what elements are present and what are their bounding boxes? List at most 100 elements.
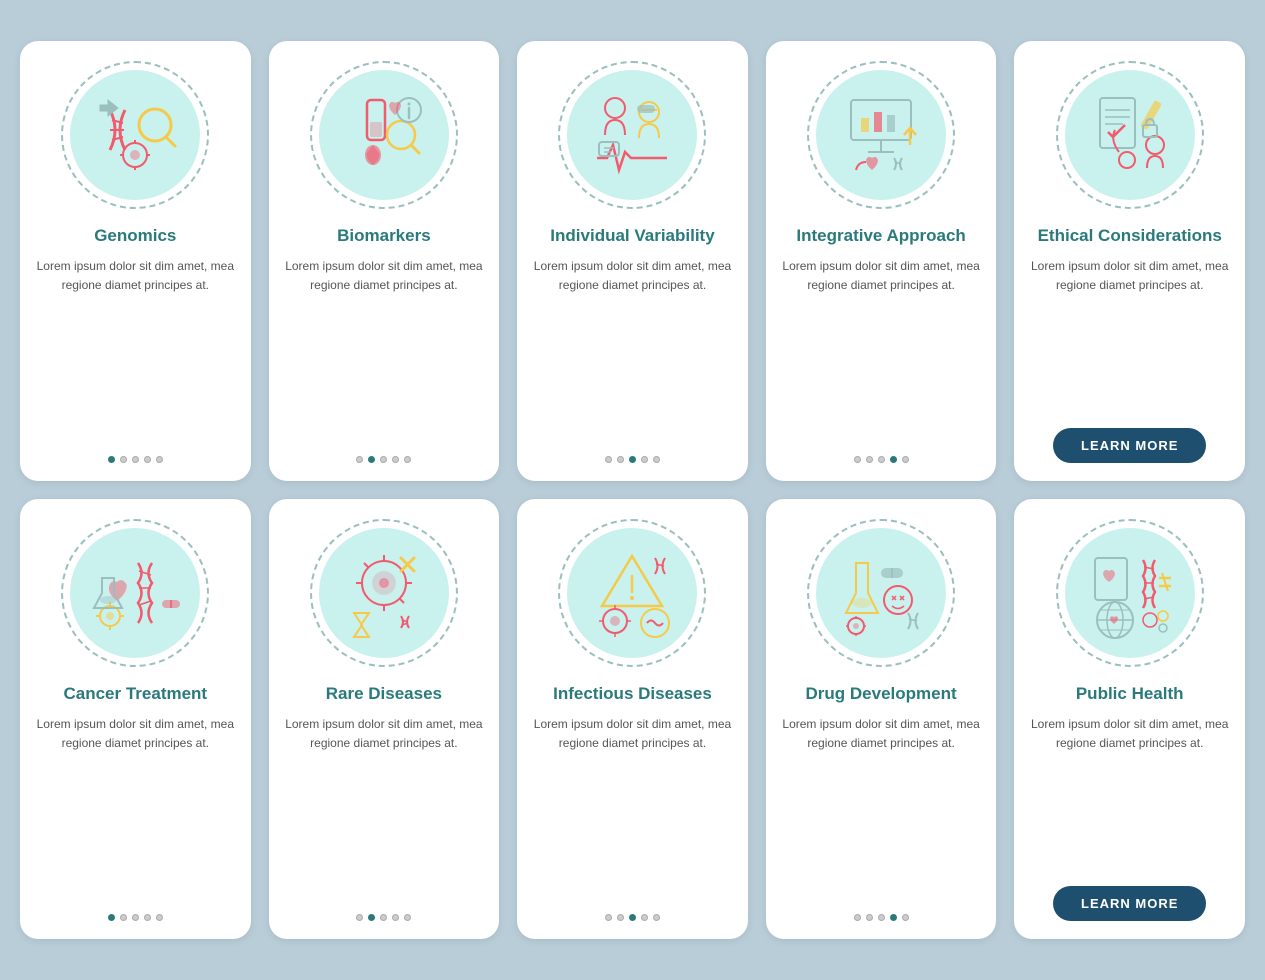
dot-0[interactable] (108, 456, 115, 463)
dot-2[interactable] (878, 914, 885, 921)
pagination-dots (108, 914, 163, 921)
dot-4[interactable] (156, 914, 163, 921)
dot-0[interactable] (356, 914, 363, 921)
dot-4[interactable] (902, 914, 909, 921)
card-body: Lorem ipsum dolor sit dim amet, mea regi… (34, 257, 237, 444)
dot-3[interactable] (144, 914, 151, 921)
card-illustration (55, 55, 215, 215)
dot-1[interactable] (617, 456, 624, 463)
card-biomarkers: Biomarkers Lorem ipsum dolor sit dim ame… (269, 41, 500, 481)
card-body: Lorem ipsum dolor sit dim amet, mea regi… (531, 715, 734, 902)
card-footer (780, 456, 983, 463)
icon-area (801, 513, 961, 673)
dot-0[interactable] (356, 456, 363, 463)
icon-area (801, 55, 961, 215)
public-health-icon (1075, 538, 1185, 648)
icon-area (552, 513, 712, 673)
pagination-dots (854, 456, 909, 463)
card-body: Lorem ipsum dolor sit dim amet, mea regi… (283, 257, 486, 444)
card-title: Public Health (1076, 683, 1184, 705)
dot-3[interactable] (392, 914, 399, 921)
genomics-icon (80, 80, 190, 190)
dot-2[interactable] (878, 456, 885, 463)
dot-2[interactable] (380, 456, 387, 463)
pagination-dots (108, 456, 163, 463)
biomarkers-icon (329, 80, 439, 190)
dot-4[interactable] (653, 456, 660, 463)
card-cancer-treatment: Cancer Treatment Lorem ipsum dolor sit d… (20, 499, 251, 939)
dot-1[interactable] (617, 914, 624, 921)
dot-3[interactable] (641, 914, 648, 921)
dot-2[interactable] (380, 914, 387, 921)
card-footer (780, 914, 983, 921)
dot-2[interactable] (132, 914, 139, 921)
dot-0[interactable] (605, 456, 612, 463)
dot-3[interactable] (890, 914, 897, 921)
card-illustration (552, 55, 712, 215)
card-infectious-diseases: Infectious Diseases Lorem ipsum dolor si… (517, 499, 748, 939)
card-illustration (304, 55, 464, 215)
dot-0[interactable] (605, 914, 612, 921)
card-body: Lorem ipsum dolor sit dim amet, mea regi… (780, 715, 983, 902)
dot-0[interactable] (108, 914, 115, 921)
dot-1[interactable] (866, 456, 873, 463)
card-footer (531, 914, 734, 921)
dot-3[interactable] (641, 456, 648, 463)
pagination-dots (854, 914, 909, 921)
card-illustration (801, 55, 961, 215)
pagination-dots (605, 914, 660, 921)
card-title: Individual Variability (550, 225, 714, 247)
dot-2[interactable] (629, 456, 636, 463)
dot-3[interactable] (144, 456, 151, 463)
card-body: Lorem ipsum dolor sit dim amet, mea regi… (1028, 257, 1231, 412)
dot-3[interactable] (392, 456, 399, 463)
dot-4[interactable] (653, 914, 660, 921)
icon-area (304, 55, 464, 215)
pagination-dots (356, 914, 411, 921)
dot-4[interactable] (156, 456, 163, 463)
card-illustration (55, 513, 215, 673)
dot-3[interactable] (890, 456, 897, 463)
card-rare-diseases: Rare Diseases Lorem ipsum dolor sit dim … (269, 499, 500, 939)
card-title: Cancer Treatment (63, 683, 207, 705)
ethical-considerations-icon (1075, 80, 1185, 190)
card-footer: LEarN MoRE (1028, 424, 1231, 463)
icon-area (304, 513, 464, 673)
pagination-dots (356, 456, 411, 463)
card-drug-development: Drug Development Lorem ipsum dolor sit d… (766, 499, 997, 939)
dot-4[interactable] (404, 914, 411, 921)
card-footer (34, 456, 237, 463)
dot-0[interactable] (854, 914, 861, 921)
card-title: Drug Development (806, 683, 957, 705)
card-illustration (801, 513, 961, 673)
dot-0[interactable] (854, 456, 861, 463)
learn-more-button[interactable]: LEarN MoRE (1053, 428, 1206, 463)
dot-1[interactable] (368, 456, 375, 463)
card-footer: LEarN MoRE (1028, 882, 1231, 921)
icon-area (55, 55, 215, 215)
dot-4[interactable] (902, 456, 909, 463)
infectious-diseases-icon (577, 538, 687, 648)
dot-1[interactable] (368, 914, 375, 921)
card-illustration (552, 513, 712, 673)
card-illustration (1050, 513, 1210, 673)
dot-4[interactable] (404, 456, 411, 463)
card-footer (283, 456, 486, 463)
rare-diseases-icon (329, 538, 439, 648)
card-footer (34, 914, 237, 921)
card-title: Genomics (94, 225, 176, 247)
dot-1[interactable] (866, 914, 873, 921)
card-title: Ethical Considerations (1038, 225, 1222, 247)
learn-more-button[interactable]: LEarN MoRE (1053, 886, 1206, 921)
dot-2[interactable] (132, 456, 139, 463)
card-individual-variability: Individual Variability Lorem ipsum dolor… (517, 41, 748, 481)
card-title: Rare Diseases (326, 683, 442, 705)
integrative-approach-icon (826, 80, 936, 190)
card-illustration (304, 513, 464, 673)
dot-1[interactable] (120, 456, 127, 463)
drug-development-icon (826, 538, 936, 648)
card-footer (531, 456, 734, 463)
icon-area (55, 513, 215, 673)
dot-1[interactable] (120, 914, 127, 921)
dot-2[interactable] (629, 914, 636, 921)
